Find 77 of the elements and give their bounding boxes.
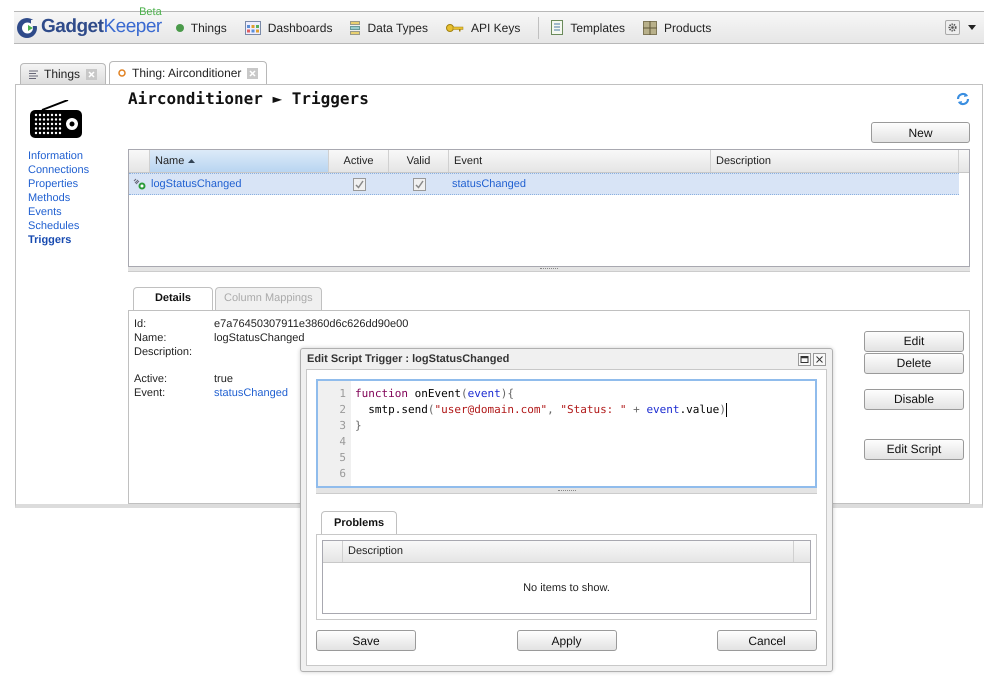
line-number: 5 (338, 450, 346, 466)
action-button[interactable]: Edit Script (864, 438, 964, 460)
new-button[interactable]: New (871, 122, 970, 143)
sidebar-link[interactable]: Information (28, 149, 128, 163)
stack-icon (350, 20, 360, 34)
field-label: Description: (134, 344, 194, 359)
settings-icon (948, 23, 957, 32)
table-row[interactable]: logStatusChanged statusChanged (129, 173, 959, 195)
dialog-button[interactable]: Save (316, 630, 416, 651)
line-number: 3 (338, 418, 346, 434)
column-header[interactable]: Name (150, 150, 329, 172)
sidebar-link[interactable]: Events (28, 205, 128, 219)
field-value: true (214, 372, 233, 386)
dot-icon (118, 69, 126, 77)
splitter-handle[interactable] (128, 266, 970, 272)
table-cell-text: statusChanged (451, 176, 527, 192)
field-value: e7a76450307911e3860d6c626dd90e00 (214, 316, 408, 331)
action-button[interactable]: Disable (864, 388, 964, 410)
column-header[interactable]: Event (449, 150, 711, 172)
action-button[interactable]: Delete (864, 352, 964, 374)
nav-link[interactable]: Things (176, 18, 227, 36)
beta-label: Beta (139, 5, 162, 18)
list-icon (29, 70, 38, 78)
key-icon (446, 22, 464, 32)
line-number: 6 (338, 466, 346, 482)
splitter-handle[interactable] (316, 488, 817, 494)
logo-wordmark: GadgetKeeper (41, 16, 162, 38)
grid-icon (244, 20, 261, 34)
column-header[interactable]: Active (329, 150, 389, 172)
code-line: function onEvent(event){ (355, 386, 514, 402)
nav-link[interactable]: Dashboards (244, 18, 332, 36)
sidebar-link[interactable]: Methods (28, 191, 128, 205)
action-button[interactable]: Edit (864, 330, 964, 352)
line-number: 2 (338, 402, 346, 418)
dialog-button[interactable]: Apply (516, 630, 616, 651)
field-label: Active: (134, 372, 168, 386)
sidebar-link[interactable]: Properties (28, 177, 128, 191)
dialog-title: Edit Script Trigger : logStatusChanged (307, 352, 510, 367)
trigger-icon (132, 178, 146, 190)
dropdown-caret-icon[interactable] (968, 25, 976, 30)
line-number: 1 (338, 386, 346, 402)
list-icon (551, 20, 564, 35)
nav-link[interactable]: Data Types (350, 18, 428, 36)
event-link[interactable]: statusChanged (214, 386, 288, 400)
tab[interactable]: Details (133, 286, 213, 310)
tab[interactable]: Thing: Airconditioner (109, 61, 268, 84)
code-editor[interactable]: 1 2 3 4 5 6 function onEvent(event){ smtp.send("user@domain.com", "Status: " + event.value) } (316, 379, 817, 488)
nav-link[interactable]: Templates (551, 18, 626, 36)
tab[interactable]: Problems (321, 511, 398, 534)
radio-icon (28, 100, 84, 140)
dialog-button[interactable]: Cancel (717, 630, 817, 651)
tab[interactable]: Things (20, 63, 106, 84)
sort-ascending-icon (188, 159, 196, 163)
field-label: Event: (134, 386, 166, 400)
settings-button[interactable] (945, 20, 960, 35)
column-header[interactable]: Valid (389, 150, 449, 172)
field-label: Name: (134, 330, 168, 345)
logo-icon (16, 16, 38, 38)
field-label: Id: (134, 316, 148, 331)
empty-message: No items to show. (523, 580, 610, 596)
column-header[interactable]: Description (711, 150, 959, 172)
sidebar-link[interactable]: Schedules (28, 219, 128, 233)
maximize-icon[interactable] (798, 352, 811, 366)
sidebar-link[interactable]: Triggers (28, 233, 128, 247)
table-cell-text: logStatusChanged (150, 176, 243, 192)
code-line: smtp.send("user@domain.com", "Status: " + event.value) (367, 402, 726, 418)
field-value: logStatusChanged (214, 330, 305, 345)
close-icon[interactable] (813, 352, 826, 366)
dot-icon (176, 24, 184, 32)
line-number: 4 (338, 434, 346, 450)
nav-link[interactable]: API Keys (446, 18, 520, 36)
box-icon (643, 20, 658, 34)
nav-link[interactable]: Products (643, 18, 712, 36)
page-heading: Airconditioner ► Triggers (128, 88, 369, 110)
refresh-icon[interactable] (956, 92, 970, 106)
code-line: } (355, 418, 362, 434)
sidebar-link[interactable]: Connections (28, 163, 128, 177)
